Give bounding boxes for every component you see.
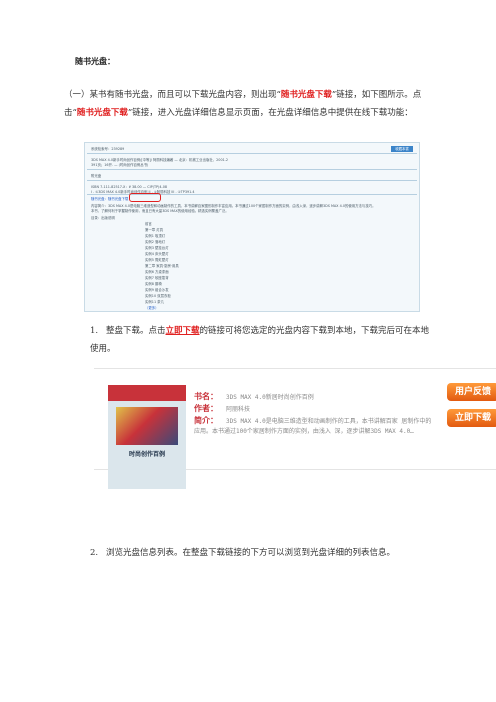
detail-line: 系统检索号：239289 xyxy=(91,147,125,151)
detail-line: 本书，了解何利于掌握制作使用，而且已有大量3DS MAX的使用经验。精选实例覆盖… xyxy=(91,209,229,213)
toc-item: 第一章 灯具 xyxy=(145,228,164,232)
author-row: 作者： 阿丽科技 xyxy=(194,403,250,414)
intro-text-3: ”链接，进入光盘详细信息显示页面，在光盘详细信息中提供在线下载功能： xyxy=(127,108,413,118)
summary-label: 简介： xyxy=(194,416,218,425)
section-title: 随书光盘： xyxy=(75,56,115,66)
divider xyxy=(87,180,417,181)
summary-value: 3DS MAX 4.0是电脑三维造型和动画制作的工具，本书讲解百家 居制作中的应… xyxy=(194,418,432,435)
toc-more-link[interactable]: （更多） xyxy=(145,305,159,310)
feedback-button[interactable]: 用户反馈 xyxy=(447,383,496,401)
cd-download-link[interactable]: 随书光盘：随书光盘下载 xyxy=(91,196,128,201)
toc-item: 实例2 落地灯 xyxy=(145,240,166,244)
toc-item: 实例9 组合沙发 xyxy=(145,288,169,292)
summary-row: 简介： 3DS MAX 4.0是电脑三维造型和动画制作的工具，本书讲解百家 居制作… xyxy=(194,415,434,437)
toc-item: 实例6 方桌漆面 xyxy=(145,270,169,274)
toc-item: 实例7 软座靠背 xyxy=(145,276,169,280)
book-name-value: 3DS MAX 4.0新居时尚创作百例 xyxy=(226,394,314,401)
intro-highlight-2: 随书光盘下载 xyxy=(76,108,128,118)
step-text: 整盘下载。点击 xyxy=(106,326,166,336)
step-text: 浏览光盘信息列表。在整盘下载链接的下方可以浏览到光盘详细的列表信息。 xyxy=(106,548,396,558)
download-now-button[interactable]: 立即下载 xyxy=(447,409,496,427)
book-cover-image: 时尚创作百例 xyxy=(108,385,186,489)
book-detail-screenshot: 收藏本書 系统检索号：239289 3DS MAX 4.0新手时尚创作百例/[中… xyxy=(84,142,420,312)
cover-band xyxy=(108,385,186,401)
toc-item: 实例4 床头壁灯 xyxy=(145,252,169,256)
book-name-row: 书名： 3DS MAX 4.0新居时尚创作百例 xyxy=(194,391,314,402)
toc-item: 实例11 茶几 xyxy=(145,300,164,304)
step-number: 2. xyxy=(90,548,99,558)
cd-download-screenshot: 时尚创作百例 书名： 3DS MAX 4.0新居时尚创作百例 作者： 阿丽科技 简介… xyxy=(94,368,496,489)
toc-item: 前言 xyxy=(145,222,152,226)
detail-line: 391页；16开. — (时尚创作百例丛书) xyxy=(91,163,149,167)
cover-illustration xyxy=(116,407,178,445)
detail-line: 目录：出版说明 xyxy=(91,216,115,220)
toc-item: 实例10 双层衣柜 xyxy=(145,294,171,298)
divider xyxy=(87,169,417,170)
toc-item: 实例8 藤椅 xyxy=(145,282,162,286)
step-1: 1. 整盘下载。点击立即下载的链接可将您选定的光盘内容下载到本地，下载完后可在本地… xyxy=(90,322,430,358)
intro-paragraph: （一）某书有随书光盘，而且可以下载光盘内容，则出现“随书光盘下载”链接，如下图所… xyxy=(64,86,434,122)
author-label: 作者： xyxy=(194,404,218,413)
highlight-circle xyxy=(129,193,161,202)
intro-text-1: （一）某书有随书光盘，而且可以下载光盘内容，则出现“ xyxy=(64,90,281,100)
book-name-label: 书名： xyxy=(194,392,218,401)
intro-highlight-1: 随书光盘下载 xyxy=(280,90,332,100)
toc-item: 实例5 霓虹壁灯 xyxy=(145,258,169,262)
toc-item: 第二章 家具·厨房·用具 xyxy=(145,264,179,268)
detail-line: 附光盘 xyxy=(91,174,102,178)
author-value: 阿丽科技 xyxy=(226,406,251,413)
favorite-button[interactable]: 收藏本書 xyxy=(391,146,413,152)
toc-item: 实例3 壁挂台灯 xyxy=(145,246,169,250)
download-now-link-text: 立即下载 xyxy=(165,326,200,336)
step-number: 1. xyxy=(90,326,99,336)
divider xyxy=(87,153,417,154)
toc-item: 实例1 吸顶灯 xyxy=(145,234,166,238)
cover-title: 时尚创作百例 xyxy=(128,451,165,458)
step-2: 2. 浏览光盘信息列表。在整盘下载链接的下方可以浏览到光盘详细的列表信息。 xyxy=(90,544,430,562)
